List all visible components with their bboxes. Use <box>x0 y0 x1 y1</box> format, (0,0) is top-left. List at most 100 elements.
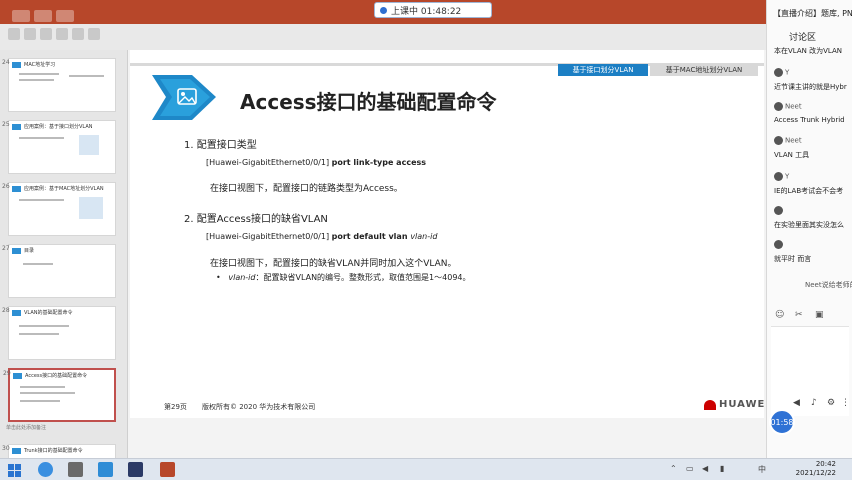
chat-title: 讨论区 <box>789 33 817 43</box>
toolbar-button[interactable] <box>24 28 36 40</box>
slide-thumbnail[interactable]: 25 应用案例：基于接口划分VLAN <box>2 120 116 174</box>
thumbnail-header-icon <box>12 248 21 254</box>
slide-thumbnail[interactable]: 28 VLAN的基础配置命令 <box>2 306 116 360</box>
ribbon-tab[interactable] <box>34 10 52 22</box>
powerpoint-icon[interactable] <box>160 462 175 477</box>
command-keyword: port default vlan <box>331 232 411 241</box>
chat-message: 本在VLAN 改为VLAN <box>774 46 842 56</box>
bullet-text: ：配置缺省VLAN的编号。整数形式，取值范围是1～4094。 <box>255 273 471 282</box>
app-icon[interactable] <box>128 462 143 477</box>
item2-heading: 2. 配置Access接口的缺省VLAN <box>184 214 328 225</box>
battery-icon[interactable]: ▮ <box>720 464 724 473</box>
slide-thumbnail[interactable]: 24 MAC地址学习 <box>2 58 116 112</box>
edge-icon[interactable] <box>38 462 53 477</box>
app-icon[interactable] <box>98 462 113 477</box>
message-text: VLAN 工具 <box>774 151 810 159</box>
thumbnail-diagram <box>79 197 103 219</box>
thumbnail-number: 28 <box>2 307 10 314</box>
thumbnail-title: 应用案例：基于MAC地址划分VLAN <box>24 186 104 192</box>
emoji-icon[interactable]: ☺ <box>775 310 784 320</box>
thumbnail-header-icon <box>13 373 22 379</box>
command-parameter: vlan-id <box>410 232 438 241</box>
chat-message-author: Neet <box>774 136 802 145</box>
chat-message: 在实验里面其实没怎么 <box>774 220 844 230</box>
message-text: 近节课主讲的就是Hybr <box>774 83 847 91</box>
chat-header[interactable]: 【直播介绍】题库, PN <box>773 8 852 19</box>
tray-icon[interactable]: ⌃ <box>670 464 677 473</box>
thumbnail-title: VLAN的基础配置命令 <box>24 310 73 316</box>
thumbnail-number: 27 <box>2 245 10 252</box>
command-prefix: [Huawei-GigabitEthernet0/0/1] <box>206 232 332 241</box>
nav-tab-inactive: 基于MAC地址划分VLAN <box>650 64 758 76</box>
bullet-parameter: vlan-id <box>228 273 256 282</box>
brand-text: HUAWEI <box>719 399 771 410</box>
speaker-icon[interactable]: ◀ <box>793 398 800 408</box>
thumbnail-header-icon <box>12 448 21 454</box>
thumbnail-line <box>69 75 104 77</box>
footer-copyright: 版权所有© 2020 华为技术有限公司 <box>202 403 316 411</box>
more-icon[interactable]: ⋮ <box>841 398 850 408</box>
avatar <box>774 206 783 215</box>
windows-start-icon[interactable] <box>8 462 23 477</box>
message-text: 就平时 而言 <box>774 255 812 263</box>
huawei-flower-icon <box>704 399 716 410</box>
scissors-icon[interactable]: ✂ <box>795 310 803 320</box>
chat-message: 近节课主讲的就是Hybr <box>774 82 847 92</box>
live-label: 上课中 01:48:22 <box>391 6 462 17</box>
ribbon-tab[interactable] <box>56 10 74 22</box>
thumbnail-line <box>19 333 59 335</box>
item1-command: [Huawei-GigabitEthernet0/0/1] port link-… <box>206 158 426 167</box>
chat-message: 就平时 而言 <box>774 254 811 264</box>
item2-description: 在接口视图下，配置接口的缺省VLAN并同时加入这个VLAN。 <box>210 259 457 269</box>
toolbar-button[interactable] <box>8 28 20 40</box>
avatar <box>774 68 783 77</box>
settings-icon[interactable]: ⚙ <box>827 398 835 408</box>
thumbnail-header-icon <box>12 62 21 68</box>
avatar <box>774 172 783 181</box>
microphone-icon[interactable]: ♪ <box>811 398 817 408</box>
nav-tab-active: 基于接口划分VLAN <box>558 64 648 76</box>
command-keyword: port link-type access <box>331 158 427 167</box>
slide-canvas[interactable]: 基于接口划分VLAN 基于MAC地址划分VLAN Access接口的基础配置命令… <box>130 50 769 418</box>
image-icon[interactable]: ▣ <box>815 310 824 320</box>
chat-message: VLAN 工具 <box>774 150 809 160</box>
message-text: Access Trunk Hybrid <box>774 116 845 124</box>
slide-thumbnail[interactable]: 27 目录 <box>2 244 116 298</box>
thumbnail-line <box>23 263 53 265</box>
author-name: Neet <box>785 102 802 111</box>
ime-indicator[interactable]: 中 <box>758 464 766 475</box>
thumbnail-title: 应用案例：基于接口划分VLAN <box>24 124 93 130</box>
thumbnail-line <box>19 325 69 327</box>
chat-message-author <box>774 240 785 249</box>
command-prefix: [Huawei-GigabitEthernet0/0/1] <box>206 158 332 167</box>
live-class-indicator[interactable]: 上课中 01:48:22 <box>374 2 492 18</box>
chat-input[interactable] <box>771 326 849 416</box>
thumbnail-number: 25 <box>2 121 10 128</box>
thumbnail-title: Access接口的基础配置命令 <box>25 373 88 379</box>
thumbnail-header-icon <box>12 124 21 130</box>
ribbon-tab[interactable] <box>12 10 30 22</box>
network-icon[interactable]: ▭ <box>686 464 694 473</box>
thumbnail-title: Trunk接口的基础配置命令 <box>24 448 83 454</box>
toolbar-button[interactable] <box>56 28 68 40</box>
thumbnail-line <box>19 73 59 75</box>
toolbar-button[interactable] <box>88 28 100 40</box>
slide-thumbnail-selected[interactable]: 29 Access接口的基础配置命令 <box>3 368 116 422</box>
app-icon[interactable] <box>68 462 83 477</box>
item2-bullet: • vlan-id：配置缺省VLAN的编号。整数形式，取值范围是1～4094。 <box>216 273 471 282</box>
slide-thumbnail[interactable]: 30 Trunk接口的基础配置命令 <box>2 444 116 458</box>
timer-badge[interactable]: 01:58 <box>769 409 795 435</box>
system-clock[interactable]: 20:42 2021/12/22 <box>786 460 836 478</box>
thumbnail-number: 29 <box>3 370 11 377</box>
thumbnail-line <box>19 199 64 201</box>
volume-icon[interactable]: ◀ <box>702 464 708 473</box>
item2-command: [Huawei-GigabitEthernet0/0/1] port defau… <box>206 232 437 241</box>
toolbar-button[interactable] <box>40 28 52 40</box>
author-name: Neet <box>785 136 802 145</box>
thumbnail-title: 目录 <box>24 248 35 254</box>
thumbnail-header-icon <box>12 186 21 192</box>
toolbar-button[interactable] <box>72 28 84 40</box>
message-text: IE的LAB考试会不会考 <box>774 187 844 195</box>
notes-hint[interactable]: 单击此处添加备注 <box>6 424 46 431</box>
slide-thumbnail[interactable]: 26 应用案例：基于MAC地址划分VLAN <box>2 182 116 236</box>
